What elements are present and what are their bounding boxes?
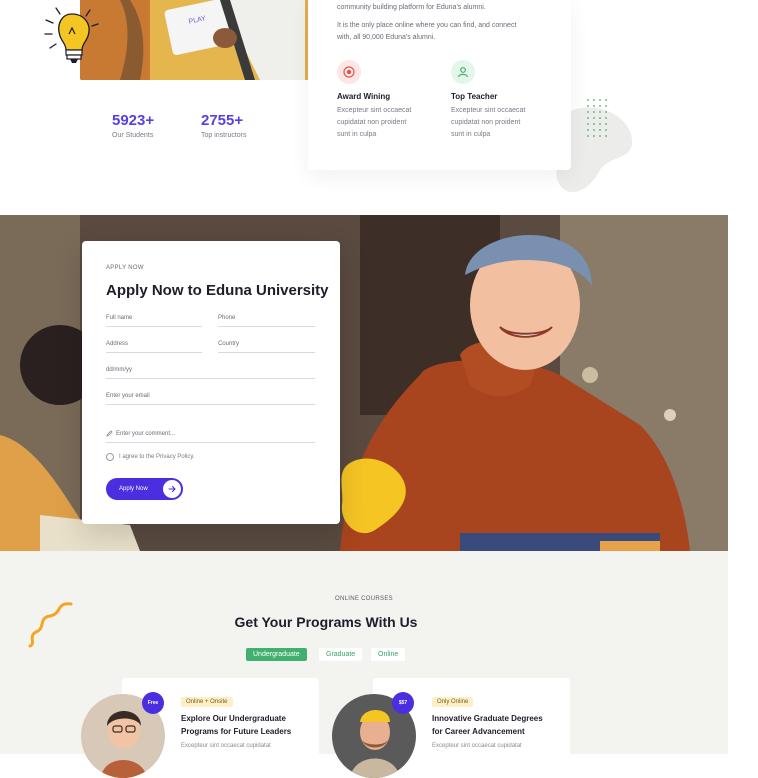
programs-eyebrow: ONLINE COURSES xyxy=(335,596,393,602)
tab-undergraduate[interactable]: Undergraduate xyxy=(246,648,307,661)
about-text-line: It is the only place online where you ca… xyxy=(337,22,517,29)
stat-label: Top instructors xyxy=(201,132,247,139)
course-mode-chip: Only Online xyxy=(432,697,474,707)
apply-now-button[interactable]: Apply Now xyxy=(106,478,183,500)
tab-graduate[interactable]: Graduate xyxy=(319,648,363,661)
comment-placeholder: Enter your comment... xyxy=(116,430,176,437)
country-field[interactable]: Country xyxy=(218,341,315,353)
about-text-line: community building platform for Eduna's … xyxy=(337,4,486,11)
phone-field[interactable]: Phone xyxy=(218,315,315,327)
feature-title: Top Teacher xyxy=(451,92,498,101)
award-icon xyxy=(337,60,361,84)
feature-text: Excepteur sint occaecat cupidatat non pr… xyxy=(451,107,526,138)
pencil-icon xyxy=(106,430,113,437)
course-mode-chip: Online + Onsite xyxy=(181,697,233,707)
course-title[interactable]: Explore Our Undergraduate Programs for F… xyxy=(181,712,291,738)
address-field[interactable]: Address xyxy=(106,341,202,353)
course-title[interactable]: Innovative Graduate Degrees for Career A… xyxy=(432,712,543,738)
privacy-checkbox[interactable]: I agree to the Privacy Policy. xyxy=(106,453,195,461)
feature-text: Excepteur sint occaecat cupidatat non pr… xyxy=(337,107,412,138)
teacher-icon xyxy=(451,60,475,84)
price-badge: Free xyxy=(142,692,164,714)
stat-value: 2755+ xyxy=(201,112,244,129)
stat-instructors: 2755+ Top instructors xyxy=(201,112,247,139)
stat-students: 5923+ Our Students xyxy=(112,112,154,139)
programs-title: Get Your Programs With Us xyxy=(234,614,418,630)
privacy-label: I agree to the Privacy Policy. xyxy=(119,454,195,460)
full-name-field[interactable]: Full name xyxy=(106,315,202,327)
course-desc: Excepteur sint occaecat cupidatat xyxy=(432,743,522,749)
tab-online[interactable]: Online xyxy=(371,648,406,661)
apply-title: Apply Now to Eduna University xyxy=(106,282,329,299)
course-desc: Excepteur sint occaecat cupidatat xyxy=(181,743,271,749)
date-of-birth-field[interactable]: dd/mm/yy xyxy=(106,367,315,379)
comment-field[interactable]: Enter your comment... xyxy=(106,430,315,443)
feature-teacher: Top Teacher Excepteur sint occaecat cupi… xyxy=(451,60,525,141)
apply-button-label: Apply Now xyxy=(119,486,148,492)
email-field[interactable]: Enter your email xyxy=(106,393,315,405)
feature-award: Award Wining Excepteur sint occaecat cup… xyxy=(337,60,411,141)
student-photo: PLAY xyxy=(80,0,310,80)
about-text-line: with, all 90,000 Eduna's alumni. xyxy=(337,34,436,41)
stat-label: Our Students xyxy=(112,132,154,139)
feature-title: Award Wining xyxy=(337,92,391,101)
arrow-right-icon xyxy=(163,480,181,498)
lightbulb-icon xyxy=(44,7,99,63)
radio-icon[interactable] xyxy=(106,453,114,461)
about-card: community building platform for Eduna's … xyxy=(308,0,571,170)
dot-grid xyxy=(587,99,607,137)
price-badge: $57 xyxy=(392,692,414,714)
stat-value: 5923+ xyxy=(112,112,155,129)
apply-eyebrow: APPLY NOW xyxy=(106,265,144,271)
